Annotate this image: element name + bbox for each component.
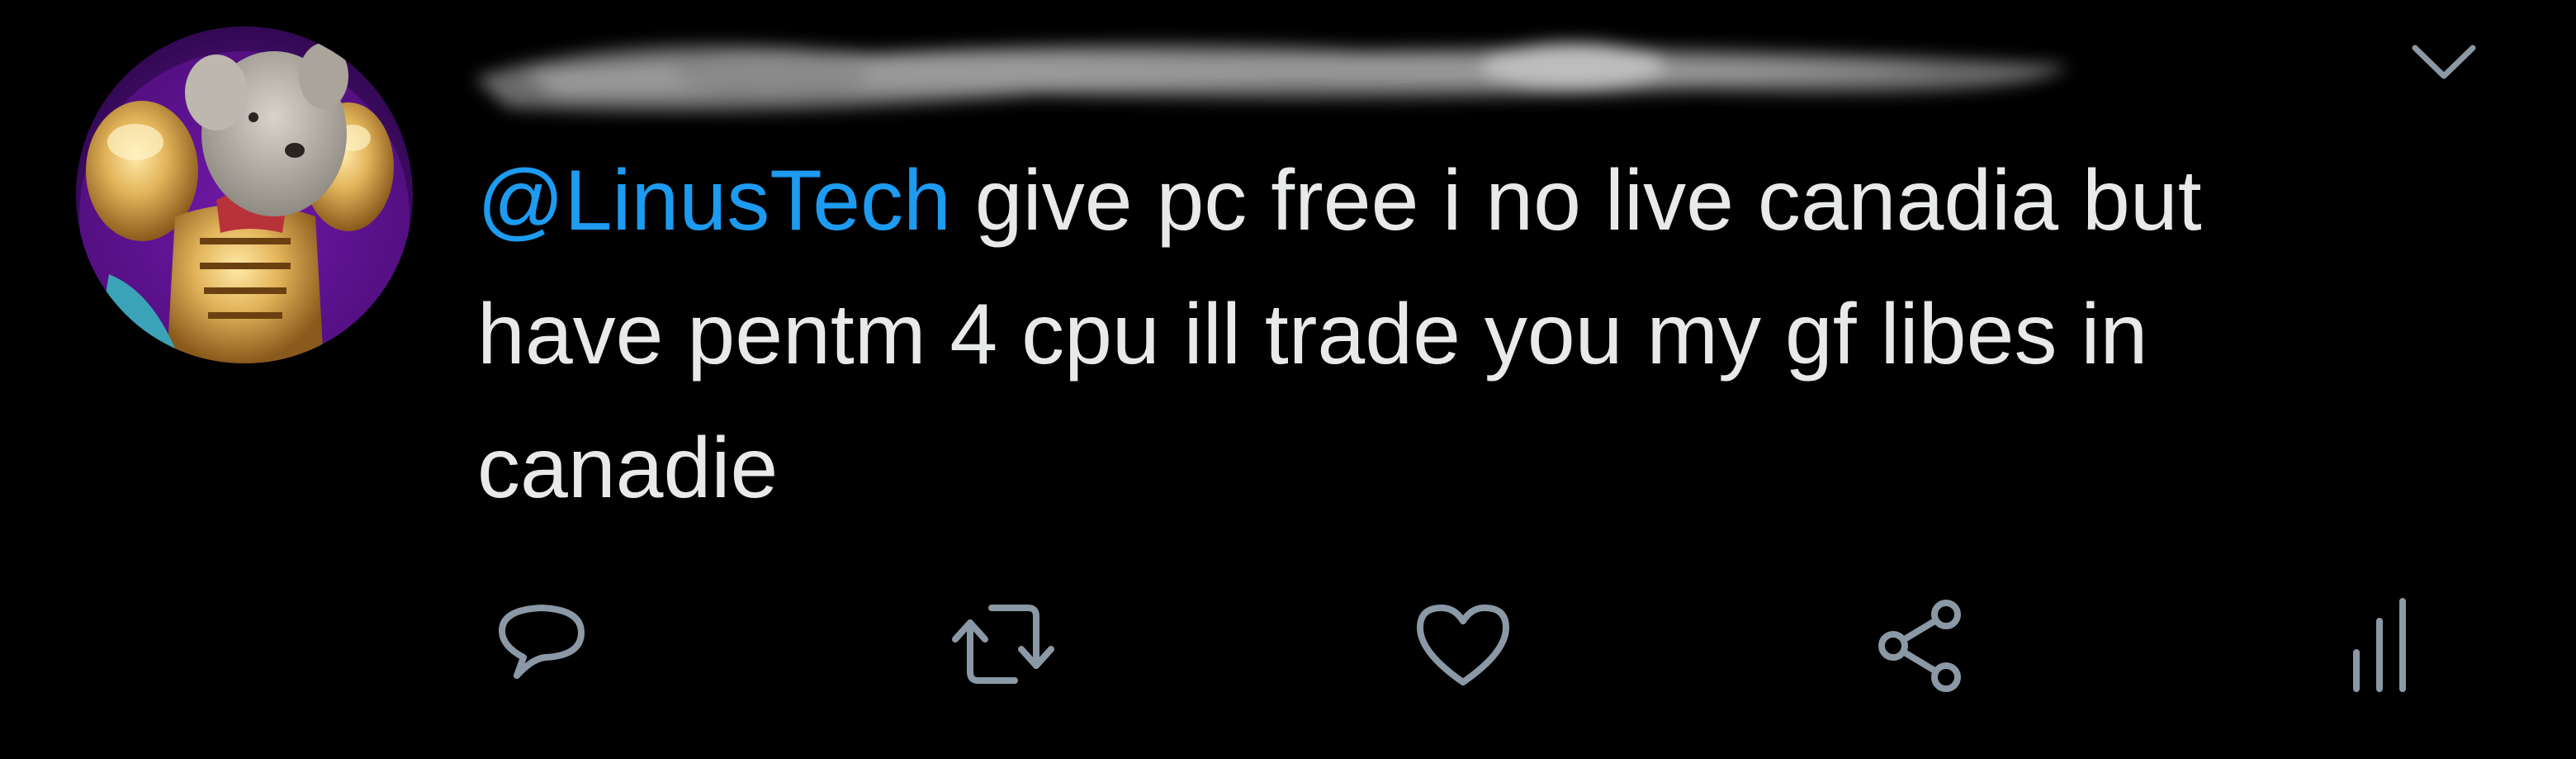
redacted-display-name — [458, 21, 2085, 128]
mention-link[interactable]: @LinusTech — [477, 153, 951, 249]
share-icon — [1878, 600, 1961, 692]
reply-button[interactable] — [484, 586, 599, 702]
retweet-button[interactable] — [945, 586, 1061, 702]
heart-icon — [1417, 605, 1509, 685]
comment-icon — [499, 605, 585, 679]
retweet-icon — [952, 605, 1054, 684]
action-bar — [0, 586, 2576, 702]
avatar[interactable] — [76, 26, 413, 363]
tweet-body-line-2: have pentm 4 cpu ill trade you my gf lib… — [477, 287, 2148, 382]
bar-chart-icon — [2353, 598, 2406, 692]
chevron-down-icon[interactable] — [2407, 33, 2481, 91]
tweet-card[interactable]: @LinusTech give pc free i no live canadi… — [0, 0, 2576, 759]
analytics-button[interactable] — [2322, 586, 2437, 702]
avatar-image — [79, 43, 410, 363]
tweet-body-line-1: give pc free i no live canadia but — [950, 153, 2202, 249]
tweet-text: @LinusTech give pc free i no live canadi… — [477, 134, 2517, 535]
like-button[interactable] — [1405, 586, 1521, 702]
share-button[interactable] — [1863, 586, 1979, 702]
tweet-body-line-3: canadie — [477, 420, 779, 516]
